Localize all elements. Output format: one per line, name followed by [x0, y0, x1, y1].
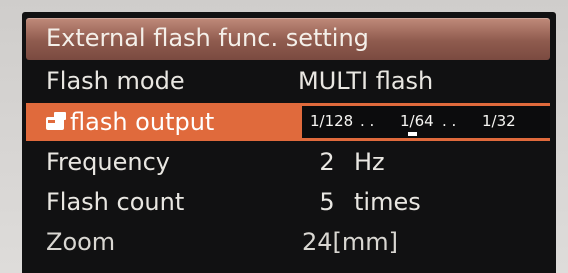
flash-mode-label: Flash mode	[46, 67, 185, 95]
flash-output-label: flash output	[70, 108, 215, 136]
menu-row-flash-output[interactable]: flash output 1/128 . . 1/64 . . 1/32	[26, 103, 550, 141]
ratio-current-marker	[408, 132, 417, 136]
lcd-menu-screen: External flash func. setting Flash mode …	[22, 12, 556, 273]
ratio-value-1-32: 1/32	[482, 112, 516, 130]
flash-count-label: Flash count	[46, 188, 185, 216]
menu-row-frequency[interactable]: Frequency 2 Hz	[26, 143, 550, 183]
flash-mode-value: MULTI flash	[298, 67, 434, 95]
flash-output-ratio-scale[interactable]: 1/128 . . 1/64 . . 1/32	[302, 106, 550, 138]
zoom-label: Zoom	[46, 228, 116, 256]
flash-count-value: 5 times	[312, 185, 421, 219]
ratio-separator-1: . .	[360, 112, 375, 130]
menu-title-bar: External flash func. setting	[26, 18, 550, 60]
ratio-value-1-128: 1/128	[310, 112, 354, 130]
frequency-unit: Hz	[354, 148, 385, 176]
menu-row-flash-mode[interactable]: Flash mode MULTI flash	[26, 62, 550, 102]
menu-title: External flash func. setting	[46, 24, 369, 52]
frequency-number: 2	[319, 148, 335, 176]
flash-count-number: 5	[319, 188, 335, 216]
flash-count-unit: times	[354, 188, 421, 216]
frequency-label: Frequency	[46, 148, 170, 176]
flash-output-label-wrap: flash output	[46, 105, 214, 139]
ratio-separator-2: . .	[442, 112, 457, 130]
zoom-value: 24[mm]	[302, 228, 399, 256]
menu-row-flash-count[interactable]: Flash count 5 times	[26, 183, 550, 223]
menu-row-zoom[interactable]: Zoom 24[mm]	[26, 223, 550, 263]
flash-output-camera-icon	[46, 112, 68, 132]
frequency-value: 2 Hz	[312, 145, 385, 179]
